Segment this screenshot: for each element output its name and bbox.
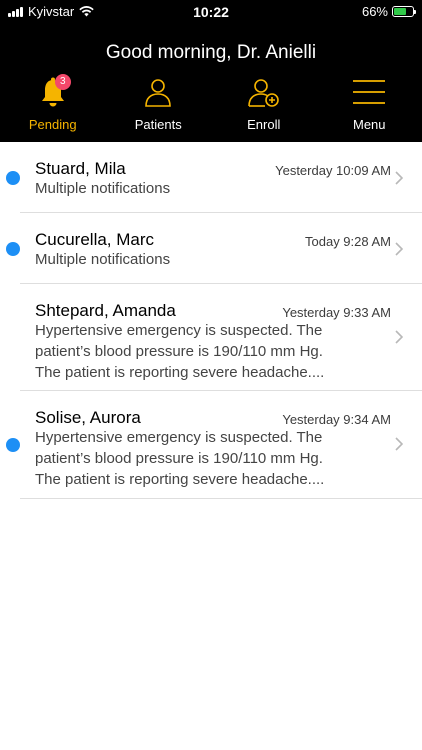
battery-level bbox=[394, 8, 406, 15]
notification-time: Yesterday 9:33 AM bbox=[282, 305, 391, 320]
tab-bar: 3 Pending Patients Enroll Menu bbox=[0, 74, 422, 136]
unread-dot bbox=[6, 171, 20, 185]
notification-item[interactable]: Stuard, Mila Yesterday 10:09 AM Multiple… bbox=[6, 142, 422, 213]
app-header: Kyivstar 10:22 66% Good morning, Dr. Ani… bbox=[0, 0, 422, 142]
patient-name: Cucurella, Marc bbox=[35, 230, 155, 249]
chevron-right-icon bbox=[395, 437, 403, 451]
notification-desc: Multiple notifications bbox=[35, 180, 171, 197]
notification-item[interactable]: Solise, Aurora Yesterday 9:34 AM Hyperte… bbox=[6, 391, 422, 499]
tab-patients[interactable]: Patients bbox=[106, 74, 212, 136]
notification-time: Today 9:28 AM bbox=[305, 234, 391, 249]
tab-enroll-label: Enroll bbox=[247, 117, 281, 132]
battery-percent: 66% bbox=[361, 4, 388, 19]
person-icon bbox=[138, 74, 178, 110]
chevron-right-icon bbox=[395, 171, 403, 185]
battery-icon bbox=[392, 6, 416, 17]
status-right: 66% bbox=[361, 4, 416, 19]
chevron-right-icon bbox=[395, 330, 403, 344]
unread-dot bbox=[6, 438, 20, 452]
chevron-right-icon bbox=[395, 242, 403, 256]
hamburger-menu-icon bbox=[349, 74, 389, 110]
patient-name: Shtepard, Amanda bbox=[35, 301, 176, 320]
notification-item[interactable]: Shtepard, Amanda Yesterday 9:33 AM Hyper… bbox=[20, 284, 422, 391]
notification-time: Yesterday 9:34 AM bbox=[282, 412, 391, 427]
patient-name: Solise, Aurora bbox=[35, 408, 141, 427]
notification-time: Yesterday 10:09 AM bbox=[275, 163, 391, 178]
notification-item[interactable]: Cucurella, Marc Today 9:28 AM Multiple n… bbox=[6, 213, 422, 284]
tab-pending-label: Pending bbox=[28, 117, 77, 132]
pending-badge: 3 bbox=[54, 74, 71, 90]
unread-dot bbox=[6, 242, 20, 256]
bell-icon: 3 bbox=[33, 74, 73, 110]
greeting-title: Good morning, Dr. Anielli bbox=[105, 42, 317, 63]
tab-enroll[interactable]: Enroll bbox=[211, 74, 317, 136]
notification-list: Stuard, Mila Yesterday 10:09 AM Multiple… bbox=[0, 142, 422, 499]
add-person-icon bbox=[244, 74, 284, 110]
status-bar: Kyivstar 10:22 66% bbox=[0, 0, 422, 24]
tab-menu-label: Menu bbox=[352, 117, 386, 132]
notification-desc: Multiple notifications bbox=[35, 251, 171, 268]
tab-menu[interactable]: Menu bbox=[317, 74, 422, 136]
tab-pending[interactable]: 3 Pending bbox=[0, 74, 106, 136]
status-time: 10:22 bbox=[193, 4, 229, 20]
notification-desc: Hypertensive emergency is suspected. The… bbox=[35, 322, 325, 381]
patient-name: Stuard, Mila bbox=[35, 159, 126, 178]
notification-desc: Hypertensive emergency is suspected. The… bbox=[35, 429, 325, 488]
tab-patients-label: Patients bbox=[134, 117, 182, 132]
